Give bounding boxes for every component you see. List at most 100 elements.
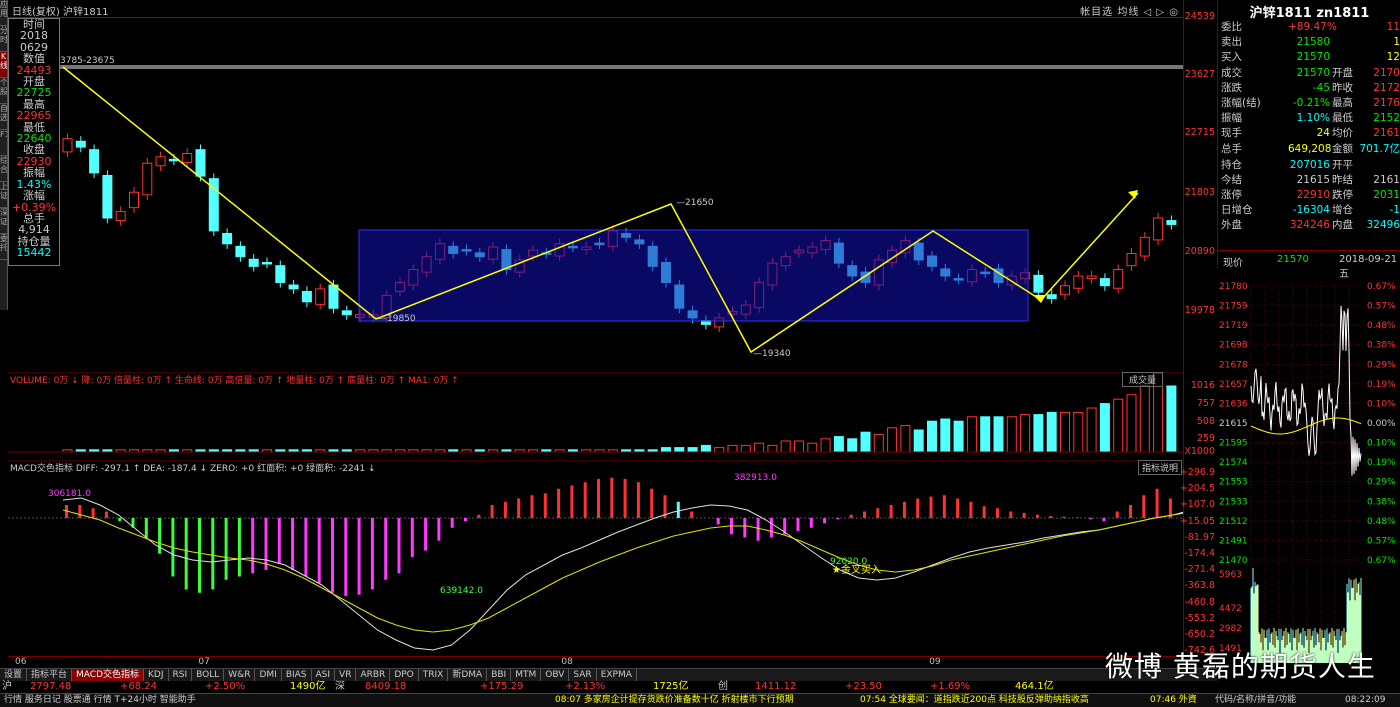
price-tick: 20890: [1185, 246, 1215, 257]
volume-tick: 259: [1197, 433, 1215, 444]
indicator-help-button[interactable]: 指标说明: [1138, 460, 1182, 475]
candle: [130, 192, 139, 207]
macd-chart[interactable]: 306181.0382913.0639142.092020.0★金叉买入: [8, 460, 1183, 656]
indicator-tab[interactable]: KDJ: [144, 669, 169, 681]
macd-tick: -553.2: [1184, 613, 1215, 624]
indicator-tab[interactable]: TRIX: [419, 669, 449, 681]
ticker-item: +2.13%: [565, 681, 605, 693]
kline-chart[interactable]: 3785-23675 —21650 —19850 —19340: [8, 18, 1183, 368]
quote-row: 买入 21570 12: [1218, 50, 1400, 64]
left-tab[interactable]: 个股: [0, 78, 7, 104]
left-tab[interactable]: 分时: [0, 26, 7, 52]
left-tab[interactable]: 自选: [0, 104, 7, 130]
indicator-tab[interactable]: 指标平台: [27, 669, 72, 681]
indicator-tab[interactable]: SAR: [569, 669, 596, 681]
indicator-tab[interactable]: 新DMA: [448, 669, 487, 681]
macd-bar: [1036, 515, 1039, 518]
volume-button[interactable]: 成交量: [1122, 372, 1163, 387]
indicator-tab[interactable]: MTM: [511, 669, 541, 681]
intraday-pct-tick: 0.57%: [1367, 302, 1396, 312]
macd-tick: -460.8: [1184, 597, 1215, 608]
candle: [302, 291, 311, 301]
macd-legend: MACD交色指标 DIFF: -297.1 ↑ DEA: -187.4 ↓ ZE…: [10, 461, 376, 474]
macd-bar: [278, 518, 281, 564]
ticker-item: 1725亿: [653, 681, 688, 693]
intraday-price-tick: 21636: [1219, 399, 1248, 409]
macd-bar: [158, 518, 161, 554]
candle: [223, 233, 232, 243]
candle: [1047, 295, 1056, 299]
news-1[interactable]: 08:07 多家房企计提存货跌价准备数十亿 折射楼市下行预期: [555, 694, 794, 707]
left-tab[interactable]: 深证: [0, 208, 7, 234]
candle: [1100, 279, 1109, 286]
intraday-price-tick: 21657: [1219, 380, 1248, 390]
candle: [1140, 237, 1149, 256]
candle: [1061, 286, 1070, 295]
macd-bar: [145, 518, 148, 538]
macd-tick: -363.8: [1184, 580, 1215, 591]
macd-dea-line: [63, 508, 1183, 632]
indicator-tab[interactable]: BBI: [487, 669, 511, 681]
macd-bar: [916, 499, 919, 519]
indicator-tab[interactable]: 设置: [0, 669, 27, 681]
index-ticker: 沪 2797.48 +68.24 +2.50% 1490亿深 8409.18 +175.29…: [0, 681, 1217, 693]
macd-bar: [770, 518, 773, 538]
candle: [1034, 275, 1043, 292]
volume-bar: [1021, 415, 1030, 452]
indicator-tab[interactable]: BIAS: [282, 669, 312, 681]
indicator-tab[interactable]: ASI: [312, 669, 336, 681]
chart-toolbar[interactable]: 帐目选 均线 ◁ ▷ ◎: [1080, 3, 1179, 18]
indicator-tab[interactable]: ARBR: [356, 669, 390, 681]
status-left[interactable]: 行情 服务日记 股票通 行情 T+24小时 智能助手: [4, 694, 196, 707]
macd-bar: [1116, 512, 1119, 519]
left-tab[interactable]: 应用: [0, 0, 7, 26]
intraday-pct-tick: 0.29%: [1367, 478, 1396, 488]
intraday-pct-tick: 0.29%: [1367, 360, 1396, 370]
search-box[interactable]: 代码/名称/拼音/功能: [1215, 694, 1296, 707]
news-3[interactable]: 07:46 外資: [1150, 694, 1197, 707]
intraday-pct-tick: 0.38%: [1367, 341, 1396, 351]
ticker-item: 创: [718, 681, 728, 693]
left-tab[interactable]: 上证: [0, 182, 7, 208]
macd-bar: [105, 512, 108, 519]
volume-bar: [994, 417, 1003, 452]
left-tab[interactable]: 委托: [0, 234, 7, 260]
macd-bar: [464, 518, 467, 521]
intraday-volume-tick: 4472: [1219, 604, 1242, 614]
indicator-tab[interactable]: EXPMA: [597, 669, 637, 681]
indicator-tab[interactable]: VR: [335, 669, 356, 681]
left-tab[interactable]: 综合: [0, 156, 7, 182]
annotation-19850: —19850: [378, 314, 416, 324]
macd-bar: [690, 512, 693, 519]
macd-bar: [504, 502, 507, 518]
intraday-pct-tick: 0.48%: [1367, 321, 1396, 331]
macd-bar: [92, 508, 95, 518]
intraday-chart[interactable]: 21780 21759 21719 21698 21678 21657 21636 21615…: [1217, 268, 1400, 668]
macd-bar: [251, 518, 254, 573]
indicator-tab[interactable]: W&R: [224, 669, 255, 681]
volume-bar: [1127, 395, 1136, 452]
macd-bar: [863, 512, 866, 519]
quote-row: 涨停 22910 跌停 2031: [1218, 188, 1400, 202]
indicator-tab[interactable]: BOLL: [192, 669, 224, 681]
intraday-pct-tick: 0.38%: [1367, 497, 1396, 507]
macd-bar: [983, 506, 986, 518]
candle: [183, 154, 192, 163]
indicator-tab[interactable]: OBV: [541, 669, 569, 681]
indicator-tab[interactable]: DPO: [390, 669, 418, 681]
news-2[interactable]: 07:54 全球要闻：道指跌近200点 科技股反弹助纳指收高: [860, 694, 1089, 707]
indicator-tab[interactable]: MACD交色指标: [72, 669, 144, 681]
left-tab[interactable]: K线: [0, 52, 7, 78]
indicator-tab[interactable]: DMI: [255, 669, 281, 681]
left-tab[interactable]: F10: [0, 130, 7, 156]
candle: [236, 246, 245, 256]
quote-row: 现手 24 均价 2161: [1218, 126, 1400, 140]
intraday-price-tick: 21780: [1219, 282, 1248, 292]
indicator-tab[interactable]: RSI: [169, 669, 193, 681]
macd-bar: [624, 479, 627, 518]
annotation-top-range: 3785-23675: [60, 56, 115, 66]
intraday-average-line: [1251, 418, 1361, 434]
candle: [116, 212, 125, 221]
intraday-price-tick: 21533: [1219, 497, 1248, 507]
volume-bar: [861, 432, 870, 452]
